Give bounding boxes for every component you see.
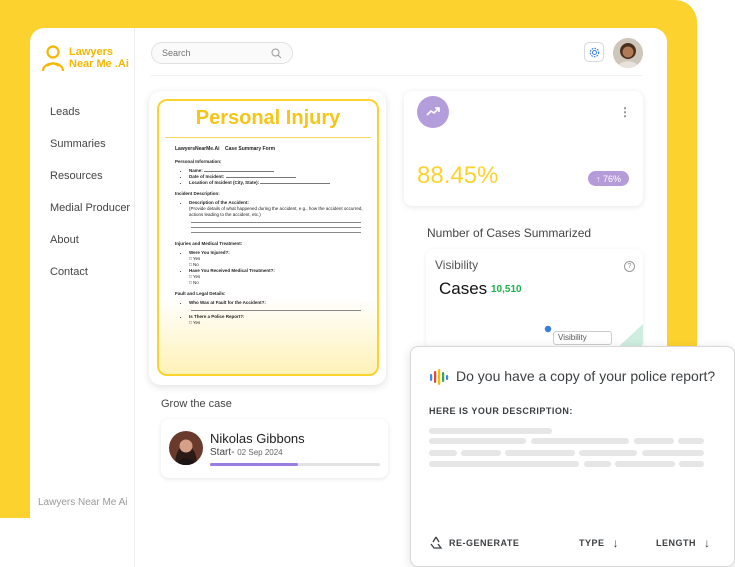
logo-icon bbox=[41, 45, 65, 72]
more-options-icon[interactable]: ⋮ bbox=[619, 105, 631, 119]
client-card[interactable]: Nikolas Gibbons Start- 02 Sep 2024 bbox=[161, 419, 388, 478]
cases-section-title: Number of Cases Summarized bbox=[427, 226, 592, 240]
arrow-up-icon: ↑ bbox=[595, 173, 603, 184]
form-header: LawyersNearMe.Ai Case Summary Form bbox=[175, 146, 377, 152]
cases-count: 10,510 bbox=[491, 284, 522, 295]
cases-card: Visibility ? Cases 10,510 Visibility bbox=[426, 249, 643, 349]
form-blank-line bbox=[191, 228, 361, 233]
sidebar: Lawyers Near Me .Ai Leads Summaries Reso… bbox=[30, 28, 135, 567]
form-blank-line bbox=[191, 306, 361, 311]
form-personal-list: Name: Date of Incident: Location of Inci… bbox=[189, 168, 377, 186]
form-company: LawyersNearMe.Ai bbox=[175, 146, 220, 152]
document-card[interactable]: Personal Injury LawyersNearMe.Ai Case Su… bbox=[149, 91, 386, 385]
recycle-icon bbox=[430, 536, 443, 549]
regenerate-button[interactable]: RE-GENERATE bbox=[429, 536, 519, 549]
case-progress-bar bbox=[210, 463, 380, 466]
logo-line-2: Near Me .Ai bbox=[69, 58, 129, 70]
sidebar-item-about[interactable]: About bbox=[50, 234, 79, 246]
client-name: Nikolas Gibbons bbox=[210, 431, 305, 446]
change-badge: ↑ 76% bbox=[588, 171, 629, 186]
document-divider bbox=[165, 137, 371, 138]
skeleton-line bbox=[429, 428, 552, 434]
assistant-panel: Do you have a copy of your police report… bbox=[410, 346, 735, 567]
chart-tooltip: Visibility bbox=[553, 331, 612, 345]
logo-line-1: Lawyers bbox=[69, 46, 114, 58]
skeleton-line bbox=[642, 450, 704, 456]
sidebar-item-resources[interactable]: Resources bbox=[50, 170, 103, 182]
settings-icon bbox=[589, 47, 599, 57]
arrow-down-icon: ↓ bbox=[704, 536, 711, 550]
change-badge-value: 76% bbox=[603, 173, 622, 184]
document-preview: Personal Injury LawyersNearMe.Ai Case Su… bbox=[157, 99, 379, 376]
screen: Lawyers Near Me .Ai Leads Summaries Reso… bbox=[0, 0, 735, 567]
client-start: Start- 02 Sep 2024 bbox=[210, 447, 283, 458]
form-incident-list: Description of the Accident:(Provide det… bbox=[189, 200, 377, 218]
user-avatar-image bbox=[613, 38, 643, 68]
skeleton-line bbox=[429, 438, 526, 444]
case-progress-fill bbox=[210, 463, 299, 466]
settings-button[interactable] bbox=[584, 42, 604, 62]
skeleton-line bbox=[584, 461, 611, 467]
length-button[interactable]: LENGTH ↓ bbox=[656, 536, 711, 550]
form-field-police: Is There a Police Report?:□ Yes bbox=[189, 314, 377, 326]
form-section-incident: Incident Description: bbox=[175, 191, 220, 196]
form-field-description: Description of the Accident:(Provide det… bbox=[189, 200, 377, 218]
form-police-list: Is There a Police Report?:□ Yes bbox=[189, 314, 377, 326]
form-section-fault: Fault and Legal Details: bbox=[175, 291, 226, 296]
grow-section-title: Grow the case bbox=[161, 398, 232, 410]
sidebar-item-leads[interactable]: Leads bbox=[50, 106, 80, 118]
voice-assistant-icon bbox=[430, 369, 449, 385]
assistant-subheading: HERE IS YOUR DESCRIPTION: bbox=[429, 406, 573, 416]
skeleton-line bbox=[679, 461, 704, 467]
logo-text: Lawyers Near Me .Ai bbox=[69, 46, 129, 70]
client-avatar bbox=[169, 431, 203, 465]
trend-icon-button bbox=[417, 96, 449, 128]
skeleton-line bbox=[615, 461, 675, 467]
sidebar-item-contact[interactable]: Contact bbox=[50, 266, 88, 278]
search-box[interactable] bbox=[151, 42, 293, 64]
skeleton-line bbox=[579, 450, 637, 456]
assistant-question: Do you have a copy of your police report… bbox=[456, 368, 716, 384]
regenerate-label: RE-GENERATE bbox=[449, 537, 520, 548]
form-injuries-list: Were You Injured?:□ Yes□ No Have You Rec… bbox=[189, 250, 377, 286]
stat-percentage: 88.45% bbox=[417, 162, 499, 189]
client-avatar-image bbox=[169, 431, 203, 465]
trending-up-icon bbox=[426, 107, 440, 116]
skeleton-line bbox=[429, 450, 457, 456]
skeleton-line bbox=[429, 461, 579, 467]
start-label: Start- bbox=[210, 447, 235, 458]
chart-point bbox=[543, 324, 553, 334]
visibility-label: Visibility bbox=[435, 258, 479, 272]
cases-label: Cases bbox=[439, 279, 488, 298]
form-field-medical: Have You Received Medical Treatment?:□ Y… bbox=[189, 268, 377, 286]
skeleton-line bbox=[461, 450, 501, 456]
skeleton-line bbox=[505, 450, 575, 456]
footer-brand: Lawyers Near Me Ai bbox=[38, 497, 128, 508]
stat-card: ⋮ 88.45% ↑ 76% bbox=[404, 91, 643, 206]
logo[interactable]: Lawyers Near Me .Ai bbox=[41, 44, 129, 72]
form-section-personal: Personal Information: bbox=[175, 159, 222, 164]
user-avatar[interactable] bbox=[613, 38, 643, 68]
type-button[interactable]: TYPE ↓ bbox=[579, 536, 619, 550]
sidebar-item-summaries[interactable]: Summaries bbox=[50, 138, 106, 150]
form-section-injuries: Injuries and Medical Treatment: bbox=[175, 241, 243, 246]
sidebar-item-medial-producer[interactable]: Medial Producer bbox=[50, 202, 130, 214]
header-divider bbox=[151, 75, 642, 76]
form-title: Case Summary Form bbox=[225, 146, 276, 152]
skeleton-line bbox=[634, 438, 674, 444]
type-label: TYPE bbox=[579, 538, 605, 548]
arrow-down-icon: ↓ bbox=[612, 536, 620, 550]
form-field-injured: Were You Injured?:□ Yes□ No bbox=[189, 250, 377, 268]
skeleton-line bbox=[678, 438, 704, 444]
form-incident-help: (Provide details of what happened during… bbox=[189, 206, 363, 217]
skeleton-line bbox=[531, 438, 629, 444]
document-title: Personal Injury bbox=[195, 107, 341, 129]
form-field-location: Location of Incident (City, State): bbox=[189, 180, 377, 186]
length-label: LENGTH bbox=[656, 538, 696, 548]
info-icon[interactable]: ? bbox=[624, 261, 635, 272]
start-date: 02 Sep 2024 bbox=[237, 448, 283, 457]
case-summary-form: LawyersNearMe.Ai Case Summary Form Perso… bbox=[159, 138, 377, 326]
search-input[interactable] bbox=[162, 48, 262, 58]
search-icon[interactable] bbox=[271, 48, 282, 59]
